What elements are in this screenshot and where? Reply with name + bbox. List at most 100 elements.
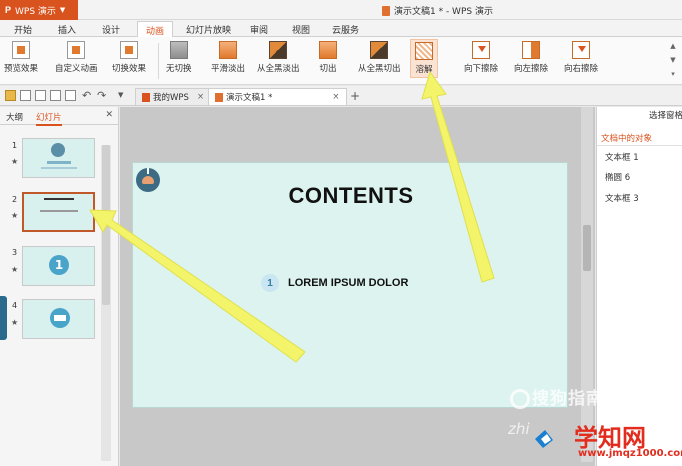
tab-my-wps-label: 我的WPS [153,93,189,103]
slide-number: 3 [12,248,18,257]
wipe-left-icon [522,41,540,59]
expand-icon[interactable]: ▾ [666,67,680,81]
transition-wipe-down[interactable]: 向下擦除 [464,41,498,74]
star-icon: ★ [11,265,19,274]
wps-presentation-window: P WPS 演示 ▼ 演示文稿1 * - WPS 演示 开始 插入 设计 动画 … [0,0,682,466]
save-icon[interactable] [20,90,31,101]
slides-panel-header: 大纲 幻灯片 ✕ [0,107,118,126]
item-text[interactable]: LOREM IPSUM DOLOR [288,277,408,289]
new-tab-plus-icon[interactable]: + [350,89,360,103]
tab-slideshow[interactable]: 幻灯片放映 [186,23,231,36]
divider [597,145,682,146]
selection-pane: 选择窗格 文档中的对象 文本框 1 椭圆 6 文本框 3 [596,107,682,466]
transition-wipe-left[interactable]: 向左擦除 [514,41,548,74]
tab-my-wps[interactable]: 我的WPS × [135,88,212,105]
chevron-up-icon[interactable]: ▲ [666,39,680,53]
watermark-circle-icon [510,389,530,409]
transition-dissolve[interactable]: 溶解 [410,39,438,78]
title-bar: P WPS 演示 ▼ 演示文稿1 * - WPS 演示 [0,0,682,20]
slide-canvas-area: CONTENTS 1 LOREM IPSUM DOLOR [120,107,595,466]
chevron-down-icon: ▼ [59,6,66,14]
wps-icon [142,92,150,102]
tab-insert[interactable]: 插入 [58,23,76,36]
transition-cut[interactable]: 切出 [319,41,337,74]
slide-thumbnail-4[interactable] [22,299,95,339]
transition-cut-black-label: 从全黑切出 [358,64,401,74]
transition-none-icon [169,41,188,59]
site-watermark: www.jmqz1000.com [578,448,682,459]
tab-review[interactable]: 审阅 [250,23,268,36]
scrollbar-thumb[interactable] [583,225,591,271]
chevron-down-icon[interactable]: ▼ [666,53,680,67]
object-item[interactable]: 文本框 3 [605,192,639,204]
undo-icon[interactable]: ↶ [82,89,91,102]
window-title: 演示文稿1 * - WPS 演示 [382,4,493,17]
object-item[interactable]: 文本框 1 [605,151,639,163]
wipe-left-label: 向左擦除 [514,64,549,74]
thumb-box [54,315,66,321]
contents-item[interactable]: 1 LOREM IPSUM DOLOR [261,274,408,292]
preview-button[interactable]: 预览效果 [4,41,38,74]
app-name: WPS 演示 [15,6,56,17]
custom-animation-icon [67,41,86,59]
close-icon[interactable]: × [197,92,204,102]
preview-print-icon[interactable] [65,90,76,101]
objects-section-title: 文档中的对象 [601,134,653,144]
new-icon[interactable] [35,90,46,101]
transition-cut-black-icon [370,41,389,59]
open-folder-icon[interactable] [5,90,16,101]
slide-canvas[interactable]: CONTENTS 1 LOREM IPSUM DOLOR [132,162,568,408]
redo-icon[interactable]: ↷ [97,89,106,102]
star-icon: ★ [11,318,19,327]
ribbon-toolbar: 预览效果 自定义动画 切换效果 无切换 平滑淡出 从全黑淡出 切出 从全黑切出 … [0,37,682,85]
ribbon-gallery-scroll[interactable]: ▲ ▼ ▾ [666,39,680,83]
switch-effect-button[interactable]: 切换效果 [112,41,146,74]
slides-scrollbar[interactable] [101,145,111,461]
thumb-title-line [44,198,74,200]
tab-cloud[interactable]: 云服务 [332,23,359,36]
transition-fade-black-label: 从全黑淡出 [257,64,300,74]
custom-animation-label: 自定义动画 [55,64,98,74]
transition-none[interactable]: 无切换 [166,41,192,74]
tab-slides[interactable]: 幻灯片 [36,111,62,126]
item-number-circle[interactable]: 1 [261,274,279,292]
close-icon[interactable]: ✕ [105,110,113,120]
tab-view[interactable]: 视图 [292,23,310,36]
transition-dissolve-icon [415,42,433,60]
scrollbar-thumb[interactable] [102,145,110,305]
ribbon-tabs: 开始 插入 设计 动画 幻灯片放映 审阅 视图 云服务 [0,20,682,38]
transition-fade-black[interactable]: 从全黑淡出 [257,41,300,74]
wipe-right-icon [572,41,590,59]
preview-icon [12,41,30,59]
print-icon[interactable] [50,90,61,101]
xuezhiwang-logo-icon [535,430,553,448]
document-icon [215,92,223,102]
transition-cut-icon [319,41,337,59]
slide-thumbnail-2[interactable] [22,192,95,232]
close-icon[interactable]: × [332,92,339,102]
tab-design[interactable]: 设计 [102,23,120,36]
preview-label: 预览效果 [4,64,39,74]
transition-wipe-right[interactable]: 向右擦除 [564,41,598,74]
transition-cut-black[interactable]: 从全黑切出 [358,41,401,74]
tab-outline[interactable]: 大纲 [6,111,23,123]
slide-thumbnail-1[interactable] [22,138,95,178]
switch-effect-icon [120,41,138,59]
transition-dissolve-label: 溶解 [415,65,433,75]
thumb-text-line [47,161,71,164]
transition-cut-label: 切出 [319,64,337,74]
slide-thumbnail-3[interactable]: 1 [22,246,95,286]
tab-home[interactable]: 开始 [14,23,32,36]
chevron-down-icon[interactable]: ▼ [118,91,123,99]
slide-title[interactable]: CONTENTS [133,183,569,209]
transition-smooth-fade-icon [219,41,237,59]
object-item[interactable]: 椭圆 6 [605,171,630,183]
transition-smooth-fade-label: 平滑淡出 [211,64,246,74]
side-toolbar-strip[interactable] [0,296,7,340]
tab-document[interactable]: 演示文稿1 * × [208,88,347,105]
app-menu-button[interactable]: P WPS 演示 ▼ [0,0,78,20]
tab-animation[interactable]: 动画 [137,21,174,38]
transition-none-label: 无切换 [166,64,192,74]
custom-animation-button[interactable]: 自定义动画 [55,41,98,74]
transition-smooth-fade[interactable]: 平滑淡出 [211,41,245,74]
